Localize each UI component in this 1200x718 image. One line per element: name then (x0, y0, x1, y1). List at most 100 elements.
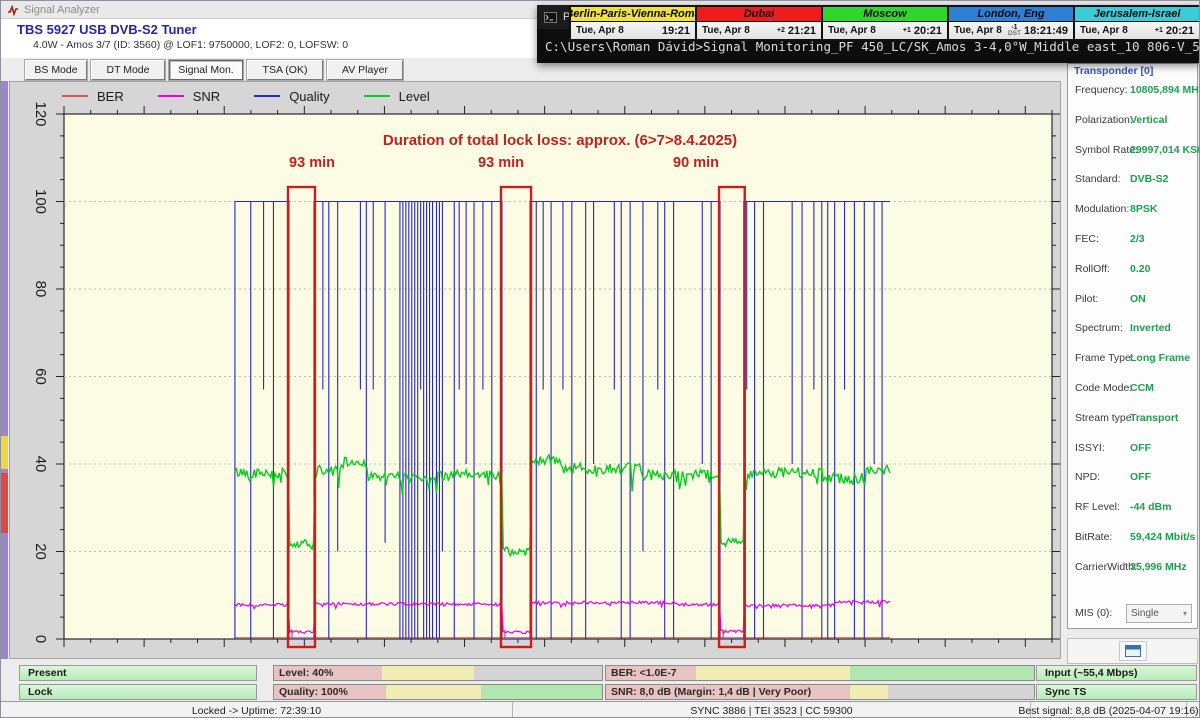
meter-quality: Quality: 100% (273, 684, 603, 700)
transponder-header: Transponder [0] (1074, 65, 1153, 77)
clock-date: Tue, Apr 8 (828, 25, 900, 36)
status-badge-input-55-4-mbps: Input (~55,4 Mbps) (1036, 665, 1197, 681)
clock-utc-offset: +1 (1155, 28, 1163, 34)
status-badge-sync-ts: Sync TS (1036, 684, 1197, 700)
clock-utc-offset: +1 (903, 28, 911, 34)
sidebar-row-standard: Standard:DVB-S2 (1068, 173, 1199, 189)
signal-analyzer-window: Signal Analyzer TBS 5927 USB DVB-S2 Tune… (0, 0, 1200, 718)
y-tick-label-40: 40 (32, 456, 49, 473)
clock-time: 20:21 (1166, 25, 1194, 37)
window-icon (1125, 645, 1141, 657)
sidebar-row-rolloff: RollOff:0.20 (1068, 263, 1199, 279)
sidebar-value-rf-level: -44 dBm (1130, 501, 1171, 513)
sidebar-value-carrierwidth: 35,996 MHz (1130, 561, 1187, 573)
lock-loss-duration-1: 93 min (289, 155, 335, 171)
tuner-details: 4.0W - Amos 3/7 (ID: 3560) @ LOF1: 97500… (33, 39, 348, 51)
sidebar-row-symbol-rate: Symbol Rate:29997,014 KS/s (1068, 144, 1199, 160)
world-clock-widget: Berlin-Paris-Vienna-Roma Tue, Apr 8 19:21 D… (569, 5, 1200, 41)
meter-label: SNR: 8,0 dB (Margin: 1,4 dB | Very Poor) (611, 686, 811, 698)
sidebar-row-npd: NPD:OFF (1068, 471, 1199, 487)
y-tick-label-0: 0 (32, 635, 49, 643)
command-prompt-icon (544, 12, 557, 23)
sidebar-value-frame-type: Long Frame (1130, 352, 1190, 364)
sidebar-value-bitrate: 59,424 Mbit/s (1130, 531, 1195, 543)
signal-chart: 020406080100120 (10, 82, 1062, 660)
clock-utc-offset: -1DST (1008, 25, 1021, 37)
y-tick-label-80: 80 (32, 281, 49, 298)
sidebar-row-spectrum: Spectrum:Inverted (1068, 322, 1199, 338)
clock-date: Tue, Apr 8 (954, 25, 1005, 36)
meter-row-1: Present Level: 40% BER: <1.0E-7 Input (~55,… (1, 665, 1200, 682)
sidebar-value-polarization: Vertical (1130, 114, 1167, 126)
sidebar-row-carrierwidth: CarrierWidth:35,996 MHz (1068, 561, 1199, 577)
window-title: Signal Analyzer (24, 4, 100, 16)
sidebar-row-polarization: Polarization:Vertical (1068, 114, 1199, 130)
clock-date: Tue, Apr 8 (702, 25, 774, 36)
sidebar-row-pilot: Pilot:ON (1068, 293, 1199, 309)
clock-time: 19:21 (662, 25, 690, 37)
sidebar-row-rf-level: RF Level:-44 dBm (1068, 501, 1199, 517)
y-tick-label-100: 100 (32, 189, 49, 214)
app-icon (7, 4, 19, 16)
clock-time: 18:21:49 (1024, 25, 1068, 37)
command-prompt-input-line: C:\Users\Roman Dávid>Signal Monitoring_P… (545, 39, 1200, 54)
clock-city: Berlin-Paris-Vienna-Roma (571, 7, 695, 22)
y-tick-label-120: 120 (32, 101, 49, 126)
legend-item-ber: BER (62, 89, 124, 104)
status-bar: Locked -> Uptime: 72:39:10SYNC 3886 | TE… (1, 701, 1200, 718)
mis-row: MIS (0): Single ▾ (1068, 604, 1199, 624)
resize-grip[interactable]: ⋰ (1187, 702, 1200, 718)
lock-loss-annotation-title: Duration of total lock loss: approx. (6>… (383, 132, 737, 149)
clock-dubai: DubaiTue, Apr 8+221:21 (695, 7, 821, 39)
sidebar-value-modulation: 8PSK (1130, 203, 1157, 215)
mis-label: MIS (0): (1075, 607, 1112, 619)
sidebar-row-code-mode: Code Mode:CCM (1068, 382, 1199, 398)
sidebar-button-strip (1067, 638, 1198, 664)
legend-swatch-quality (254, 95, 280, 97)
status-badge-present: Present (19, 665, 257, 681)
meter-label: Level: 40% (279, 667, 333, 679)
legend-item-level: Level (364, 89, 430, 104)
tab-tsa-ok[interactable]: TSA (OK) (247, 60, 323, 80)
meter-label: Quality: 100% (279, 686, 348, 698)
meter-label: BER: <1.0E-7 (611, 667, 677, 679)
meter-level: Level: 40% (273, 665, 603, 681)
sidebar-value-pilot: ON (1130, 293, 1146, 305)
sidebar-value-issyi: OFF (1130, 442, 1151, 454)
statusbar-cell-2: SYNC 3886 | TEI 3523 | CC 59300 (513, 702, 1031, 718)
lock-loss-duration-2: 93 min (478, 155, 524, 171)
sidebar-row-modulation: Modulation:8PSK (1068, 203, 1199, 219)
sidebar-value-frequency: 10805,894 MHz (1130, 84, 1200, 96)
transponder-sidebar: Transponder [0] Frequency:10805,894 MHz P… (1067, 63, 1198, 629)
clock-city: Jerusalem-Israel (1075, 7, 1199, 22)
meter-snr: SNR: 8,0 dB (Margin: 1,4 dB | Very Poor) (605, 684, 1035, 700)
chart-panel: 020406080100120 BERSNRQualityLevel Durat… (9, 81, 1061, 659)
clock-time: 21:21 (788, 25, 816, 37)
chart-legend: BERSNRQualityLevel (62, 86, 430, 106)
background-window-edge (1, 81, 8, 659)
clock-moscow: Moscow Tue, Apr 8+120:21 (821, 7, 947, 39)
statusbar-cell-3: Best signal: 8,8 dB (2025-04-07 19:16) (1031, 702, 1187, 718)
chevron-down-icon: ▾ (1183, 609, 1187, 618)
legend-swatch-snr (158, 95, 184, 97)
sidebar-row-frequency: Frequency:10805,894 MHz (1068, 84, 1199, 100)
sidebar-value-standard: DVB-S2 (1130, 173, 1169, 185)
clock-city: London, Eng (949, 7, 1073, 22)
clock-time: 20:21 (914, 25, 942, 37)
tab-bs-mode[interactable]: BS Mode (25, 60, 87, 80)
lock-loss-duration-3: 90 min (673, 155, 719, 171)
clock-city: Moscow (823, 7, 947, 22)
tab-dt-mode[interactable]: DT Mode (91, 60, 165, 80)
y-tick-label-60: 60 (32, 368, 49, 385)
sidebar-row-bitrate: BitRate:59,424 Mbit/s (1068, 531, 1199, 547)
open-window-button[interactable] (1119, 641, 1147, 661)
mis-select[interactable]: Single ▾ (1126, 604, 1192, 623)
sidebar-row-frame-type: Frame Type:Long Frame (1068, 352, 1199, 368)
clock-date: Tue, Apr 8 (1080, 25, 1152, 36)
tab-signal-mon[interactable]: Signal Mon. (169, 60, 243, 80)
sidebar-value-rolloff: 0.20 (1130, 263, 1150, 275)
sidebar-row-stream-type: Stream type:Transport (1068, 412, 1199, 428)
statusbar-cell-1: Locked -> Uptime: 72:39:10 (1, 702, 513, 718)
tab-av-player[interactable]: AV Player (327, 60, 403, 80)
sidebar-value-symbol-rate: 29997,014 KS/s (1130, 144, 1200, 156)
